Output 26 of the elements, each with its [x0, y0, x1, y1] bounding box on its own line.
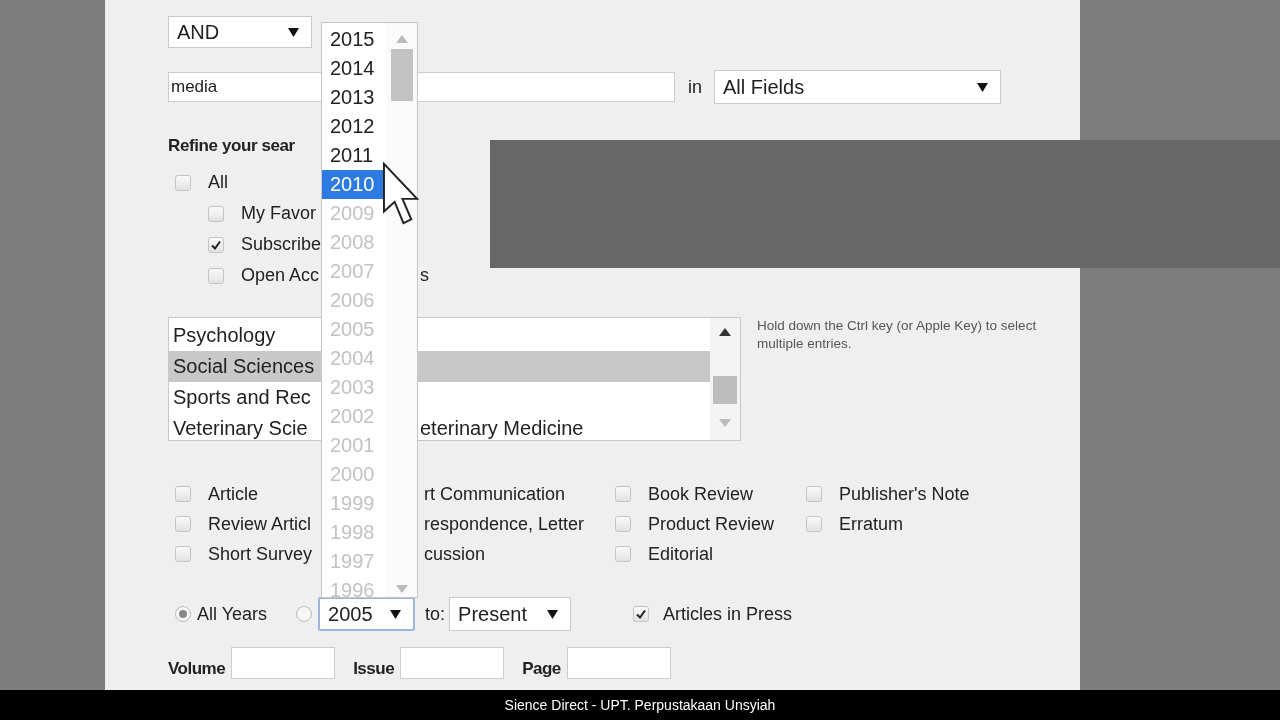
checkbox-label: Article [208, 483, 258, 505]
field-label: Issue [353, 659, 395, 679]
field-label: Page [522, 659, 561, 679]
checkbox-label: cussion [424, 543, 486, 565]
checkbox-label: Open Acc [241, 265, 320, 286]
checkbox-label: Erratum [839, 513, 903, 535]
checkbox-label: Short Survey [208, 543, 313, 565]
checkbox-label: Book Review [648, 483, 754, 505]
checkbox-label: s [420, 265, 430, 286]
in-label: in [688, 76, 702, 98]
checkbox-label: Product Review [648, 513, 775, 535]
checkbox-label: Editorial [648, 543, 714, 565]
checkbox-label: Articles in Press [663, 603, 793, 625]
checkbox-label: All [208, 172, 228, 193]
hint-text: Hold down the Ctrl key (or Apple Key) to select multiple entries. [757, 317, 1038, 353]
checkbox-label: rt Communication [424, 483, 566, 505]
radio-label: All Years [197, 603, 268, 625]
field-label: Volume [168, 659, 226, 679]
section-heading: Refine your sear [168, 136, 295, 157]
checkbox-label: Subscribe [241, 234, 322, 255]
to-label: to: [425, 603, 446, 625]
checkbox-label: My Favor [241, 203, 316, 224]
checkbox-label: Publisher's Note [839, 483, 970, 505]
checkbox-label: respondence, Letter [424, 513, 585, 535]
checkbox-label: Review Articl [208, 513, 312, 535]
video-caption: Sience Direct - UPT. Perpustakaan Unsyiah [0, 690, 1280, 720]
